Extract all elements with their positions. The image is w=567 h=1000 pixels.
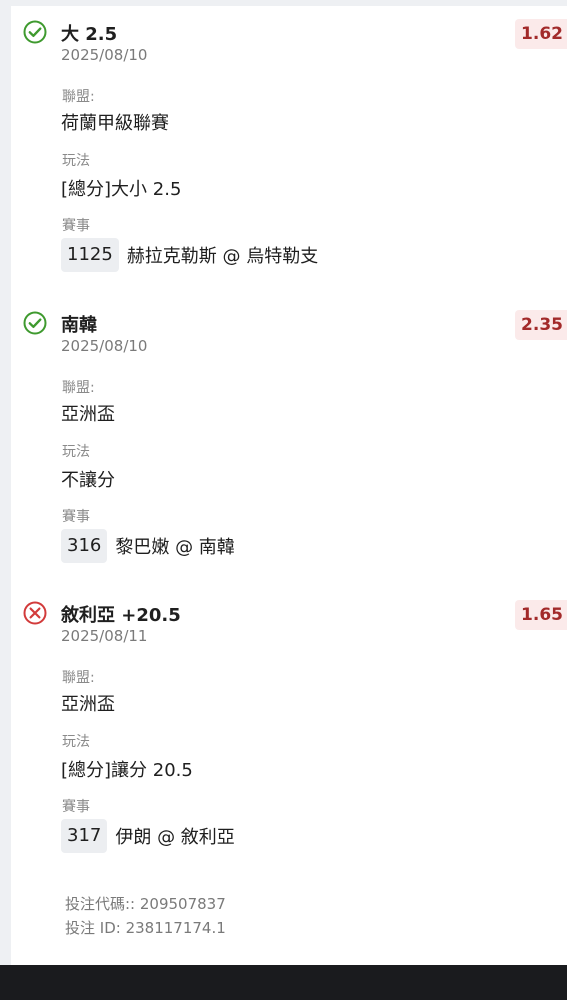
market-label: 玩法 [62, 444, 90, 460]
market-label: 玩法 [62, 153, 90, 169]
league-label: 聯盟: [62, 670, 95, 686]
event-matchup: 赫拉克勒斯 @ 烏特勒支 [126, 246, 319, 267]
event-matchup: 黎巴嫩 @ 南韓 [115, 537, 235, 558]
left-gutter [0, 0, 11, 965]
event-row: 317 伊朗 @ 敘利亞 [61, 818, 235, 854]
event-code-badge: 316 [61, 529, 108, 563]
bet-date: 2025/08/10 [61, 337, 148, 355]
bet-slip-screen: 大 2.5 1.62 2025/08/10 聯盟: 荷蘭甲級聯賽 玩法 [總分]… [0, 0, 567, 1000]
market-label: 玩法 [62, 734, 90, 750]
bet-date: 2025/08/11 [61, 627, 148, 645]
event-row: 1125 赫拉克勒斯 @ 烏特勒支 [61, 237, 318, 273]
bet-id: 投注 ID: 238117174.1 [65, 919, 226, 937]
event-label: 賽事 [62, 509, 90, 525]
bet-code: 投注代碼:: 209507837 [65, 895, 226, 913]
odds-badge: 1.62 [515, 19, 567, 49]
bet-detail-card: 大 2.5 1.62 2025/08/10 聯盟: 荷蘭甲級聯賽 玩法 [總分]… [11, 6, 567, 963]
market-value: [總分]大小 2.5 [61, 179, 182, 200]
odds-badge: 2.35 [515, 310, 567, 340]
league-value: 荷蘭甲級聯賽 [61, 113, 169, 134]
event-matchup: 伊朗 @ 敘利亞 [115, 827, 235, 848]
league-label: 聯盟: [62, 89, 95, 105]
event-label: 賽事 [62, 799, 90, 815]
league-value: 亞洲盃 [61, 404, 115, 425]
league-value: 亞洲盃 [61, 694, 115, 715]
odds-badge: 1.65 [515, 600, 567, 630]
bottom-system-bar [0, 965, 567, 1000]
event-code-badge: 317 [61, 819, 108, 853]
bet-selection: 南韓 [61, 315, 97, 336]
bet-date: 2025/08/10 [61, 46, 148, 64]
bet-selection: 大 2.5 [61, 24, 118, 45]
event-row: 316 黎巴嫩 @ 南韓 [61, 528, 235, 564]
league-label: 聯盟: [62, 380, 95, 396]
bet-footer: 投注代碼:: 209507837 投注 ID: 238117174.1 [65, 892, 226, 940]
market-value: 不讓分 [61, 470, 115, 491]
event-code-badge: 1125 [61, 238, 119, 272]
check-circle-icon [23, 311, 47, 335]
market-value: [總分]讓分 20.5 [61, 760, 193, 781]
check-circle-icon [23, 20, 47, 44]
event-label: 賽事 [62, 218, 90, 234]
bet-selection: 敘利亞 +20.5 [61, 605, 181, 626]
x-circle-icon [23, 601, 47, 625]
